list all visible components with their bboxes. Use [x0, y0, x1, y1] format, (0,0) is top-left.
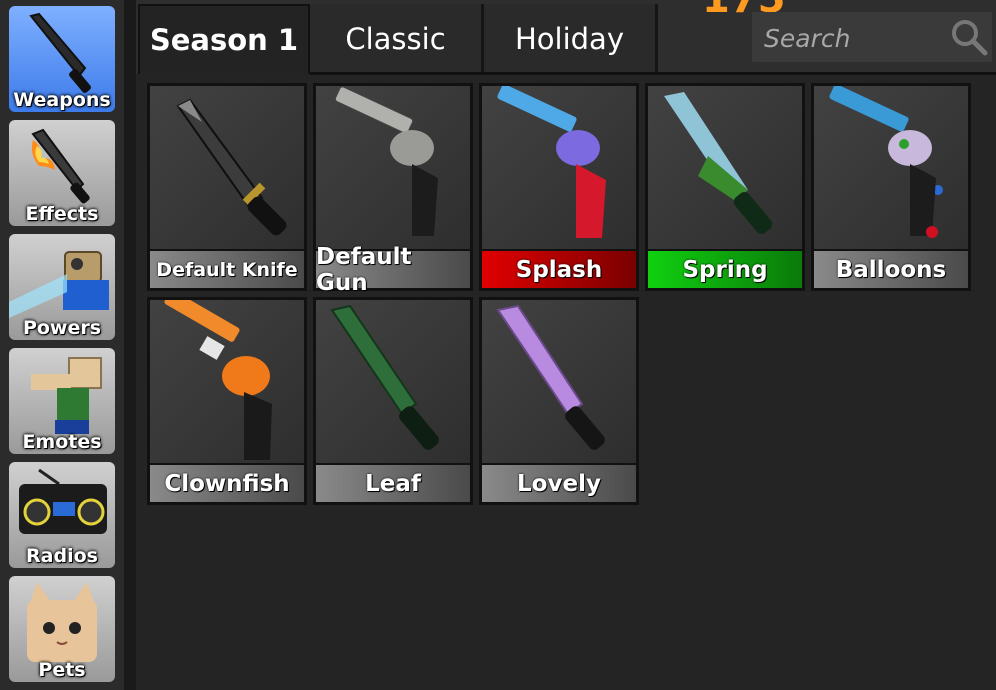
search-icon[interactable]: [948, 16, 990, 58]
item-card[interactable]: Default Knife: [147, 83, 307, 291]
category-powers[interactable]: Powers: [9, 234, 115, 340]
knife-icon: [316, 300, 470, 463]
category-label: Powers: [22, 317, 102, 339]
item-name: Leaf: [316, 465, 470, 502]
item-card[interactable]: Lovely: [479, 297, 639, 505]
category-emotes[interactable]: Emotes: [9, 348, 115, 454]
knife-icon: [150, 86, 304, 249]
item-name: Default Gun: [316, 244, 470, 296]
gun-icon: [814, 86, 968, 249]
category-sidebar: Weapons Effects Powers Emotes Radios Pet…: [0, 0, 124, 690]
category-label: Weapons: [13, 89, 111, 111]
item-name: Lovely: [482, 465, 636, 502]
gun-icon: [316, 86, 470, 249]
item-card[interactable]: Spring: [645, 83, 805, 291]
gun-icon: [482, 86, 636, 249]
item-name: Balloons: [814, 251, 968, 288]
item-name: Clownfish: [150, 465, 304, 502]
category-label: Radios: [26, 545, 98, 567]
category-pets[interactable]: Pets: [9, 576, 115, 682]
item-name: Default Knife: [150, 251, 304, 288]
tab-season-1[interactable]: Season 1: [138, 4, 310, 74]
category-label: Emotes: [22, 431, 102, 453]
item-card[interactable]: Leaf: [313, 297, 473, 505]
tab-holiday[interactable]: Holiday: [484, 4, 658, 74]
item-card[interactable]: Default Gun: [313, 83, 473, 296]
sidebar-divider: [124, 0, 136, 690]
inventory-panel: Season 1 Classic Holiday 175 Default Kni…: [136, 0, 996, 690]
category-label: Effects: [25, 203, 99, 225]
tab-underline: [310, 72, 996, 75]
category-effects[interactable]: Effects: [9, 120, 115, 226]
category-label: Pets: [38, 659, 86, 681]
tab-bar: Season 1 Classic Holiday 175: [136, 0, 996, 74]
category-radios[interactable]: Radios: [9, 462, 115, 568]
item-card[interactable]: Clownfish: [147, 297, 307, 505]
gun-icon: [150, 300, 304, 463]
item-name: Spring: [648, 251, 802, 288]
knife-icon: [482, 300, 636, 463]
category-weapons[interactable]: Weapons: [9, 6, 115, 112]
search-input[interactable]: [762, 18, 946, 58]
search-box: [752, 12, 992, 62]
item-card[interactable]: Balloons: [811, 83, 971, 291]
item-name: Splash: [482, 251, 636, 288]
item-card[interactable]: Splash: [479, 83, 639, 291]
tab-classic[interactable]: Classic: [310, 4, 484, 74]
knife-icon: [648, 86, 802, 249]
